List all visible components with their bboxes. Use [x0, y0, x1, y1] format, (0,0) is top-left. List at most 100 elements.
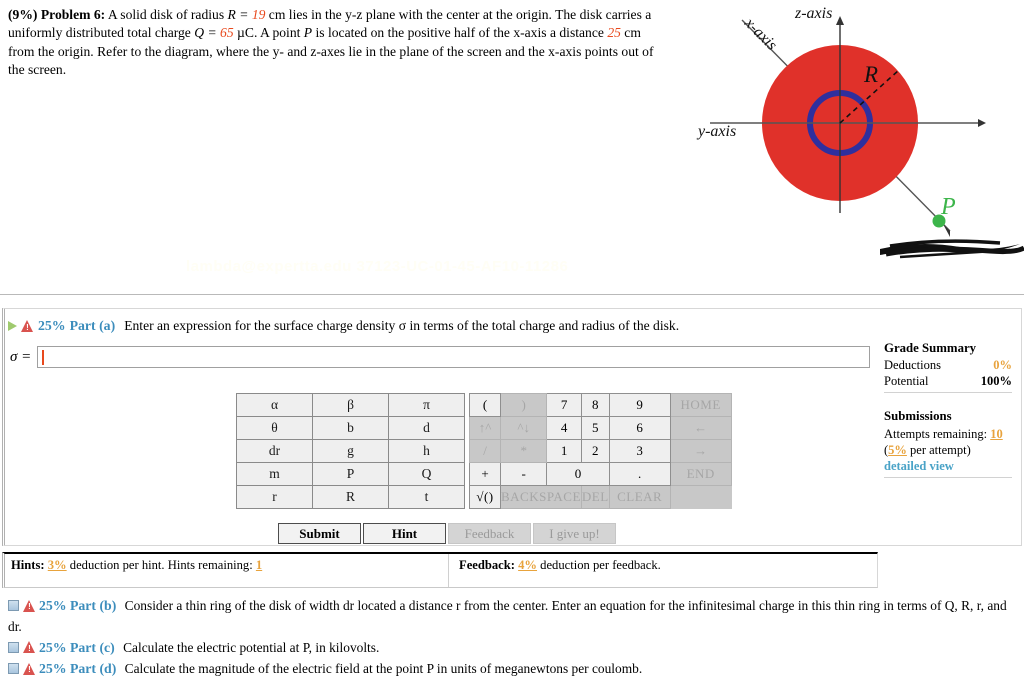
warning-icon: [21, 320, 34, 333]
keypad-key-g[interactable]: g: [312, 439, 389, 463]
problem-text-4: is located on the positive half of the x…: [312, 25, 608, 41]
collapsed-square-icon[interactable]: [8, 600, 19, 611]
per-attempt-value: 5%: [888, 442, 907, 457]
part-c-percent: 25%: [39, 639, 67, 655]
keypad-key-[interactable]: .: [608, 462, 671, 486]
part-row-d[interactable]: 25% Part (d) Calculate the magnitude of …: [8, 659, 1018, 680]
keypad-symbol-grid[interactable]: α β π θ b d dr g h m P Qr Rt: [236, 393, 465, 509]
part-d-icons[interactable]: [8, 662, 36, 675]
keypad-key-1[interactable]: 1: [546, 439, 582, 463]
part-row-c[interactable]: 25% Part (c) Calculate the electric pote…: [8, 638, 1018, 659]
keypad-key-b[interactable]: b: [312, 416, 389, 440]
attempts-label: Attempts remaining:: [884, 426, 988, 441]
keypad-key-θ[interactable]: θ: [236, 416, 313, 440]
grade-summary-panel: Grade Summary Deductions 0% Potential 10…: [884, 340, 1012, 483]
detailed-view-link[interactable]: detailed view: [884, 458, 1012, 474]
keypad-key-P[interactable]: P: [312, 462, 389, 486]
keypad-key-home: HOME: [669, 393, 732, 417]
math-keypad[interactable]: α β π θ b d dr g h m P Qr Rt () 7 8 9 HOME ↑^ ^↓ 4 5 6 ← / * 1 2 3 →…: [236, 393, 732, 509]
hints-label: Hints:: [11, 558, 45, 572]
keypad-key-9[interactable]: 9: [608, 393, 671, 417]
keypad-key-d[interactable]: d: [388, 416, 465, 440]
answer-input[interactable]: [37, 346, 870, 368]
keypad-key-4[interactable]: 4: [546, 416, 582, 440]
keypad-key-[interactable]: +: [469, 462, 501, 486]
keypad-key-β[interactable]: β: [312, 393, 389, 417]
keypad-key-h[interactable]: h: [388, 439, 465, 463]
radius-label: R: [863, 62, 878, 87]
keypad-numeric-row: ↑^ ^↓ 4 5 6 ←: [469, 416, 732, 440]
grade-summary-spacer: [884, 398, 1012, 408]
hint-button[interactable]: Hint: [363, 523, 446, 544]
attempts-value: 10: [990, 426, 1003, 441]
keypad-key-5[interactable]: 5: [580, 416, 610, 440]
part-c-icons[interactable]: [8, 641, 36, 654]
grade-summary-divider-2: [884, 476, 1012, 478]
feedback-cell: Feedback: 4% deduction per feedback.: [449, 554, 877, 587]
keypad-key-: →: [669, 439, 732, 463]
z-axis-label: z-axis: [794, 5, 832, 22]
keypad-key-del: DEL: [580, 485, 610, 509]
part-b-title[interactable]: Part (b): [70, 598, 116, 613]
keypad-key-2[interactable]: 2: [580, 439, 610, 463]
keypad-key-R[interactable]: R: [312, 485, 389, 509]
part-d-text: Calculate the magnitude of the electric …: [124, 661, 643, 677]
problem-page: (9%) Problem 6: A solid disk of radius R…: [0, 0, 1024, 676]
keypad-key-backspace: BACKSPACE: [500, 485, 582, 509]
part-a-percent: 25%: [38, 318, 66, 333]
keypad-key-6[interactable]: 6: [608, 416, 671, 440]
part-d-title[interactable]: Part (d): [70, 661, 116, 676]
part-c-title[interactable]: Part (c): [70, 640, 115, 655]
y-axis-label: y-axis: [696, 123, 736, 140]
grade-summary-divider: [884, 392, 1012, 394]
problem-value-distance: 25: [607, 25, 621, 41]
scribble-mark: [880, 239, 1024, 259]
expand-play-icon[interactable]: [8, 321, 17, 331]
keypad-key-7[interactable]: 7: [546, 393, 582, 417]
keypad-key-α[interactable]: α: [236, 393, 313, 417]
keypad-key-dr[interactable]: dr: [236, 439, 313, 463]
problem-value-Q: 65: [220, 25, 234, 41]
keypad-numeric-row: + -0. END: [469, 462, 732, 486]
part-row-b[interactable]: 25% Part (b) Consider a thin ring of the…: [8, 596, 1018, 637]
potential-label: Potential: [884, 374, 929, 389]
problem-statement: (9%) Problem 6: A solid disk of radius R…: [8, 6, 668, 79]
watermark-top: lambda@expertta.edu 37123-UC-01-45-AF10-…: [186, 258, 569, 275]
submit-button[interactable]: Submit: [278, 523, 361, 544]
warning-icon: [23, 599, 36, 612]
feedback-button[interactable]: Feedback: [448, 523, 531, 544]
per-attempt-row: (5% per attempt): [884, 442, 1012, 458]
keypad-key-m[interactable]: m: [236, 462, 313, 486]
keypad-key-0[interactable]: 0: [546, 462, 610, 486]
part-b-icons[interactable]: [8, 599, 36, 612]
problem-text-1: A solid disk of radius: [107, 7, 228, 22]
point-p-label: P: [940, 194, 956, 220]
attempts-row: Attempts remaining: 10: [884, 426, 1012, 442]
keypad-key-end: END: [669, 462, 732, 486]
deductions-label: Deductions: [884, 358, 941, 373]
keypad-key-[interactable]: √(): [469, 485, 501, 509]
keypad-key-clear: CLEAR: [608, 485, 671, 509]
keypad-symbol-row: θbd: [236, 416, 465, 440]
part-a-title[interactable]: Part (a): [70, 318, 116, 334]
keypad-key-[interactable]: (: [469, 393, 501, 417]
keypad-numeric-grid[interactable]: () 7 8 9 HOME ↑^ ^↓ 4 5 6 ← / * 1 2 3 → + -0. END √() BACKSPA…: [469, 393, 732, 509]
deductions-value: 0%: [993, 358, 1012, 373]
problem-text-3: µC. A point: [233, 25, 304, 41]
feedback-text: deduction per feedback.: [540, 558, 661, 572]
keypad-numeric-row: / * 1 2 3 →: [469, 439, 732, 463]
collapsed-square-icon[interactable]: [8, 663, 19, 675]
keypad-key-π[interactable]: π: [388, 393, 465, 417]
keypad-key-r[interactable]: r: [236, 485, 313, 509]
warning-icon: [23, 641, 36, 654]
part-a-header[interactable]: 25% Part (a) Enter an expression for the…: [8, 318, 679, 334]
keypad-key-[interactable]: -: [499, 462, 548, 486]
keypad-key-3[interactable]: 3: [608, 439, 671, 463]
part-c-text: Calculate the electric potential at P, i…: [123, 639, 380, 655]
keypad-key-8[interactable]: 8: [580, 393, 610, 417]
keypad-key-Q[interactable]: Q: [388, 462, 465, 486]
collapsed-square-icon[interactable]: [8, 641, 19, 653]
keypad-key-t[interactable]: t: [388, 485, 465, 509]
feedback-label: Feedback:: [459, 558, 515, 572]
give-up-button[interactable]: I give up!: [533, 523, 616, 544]
